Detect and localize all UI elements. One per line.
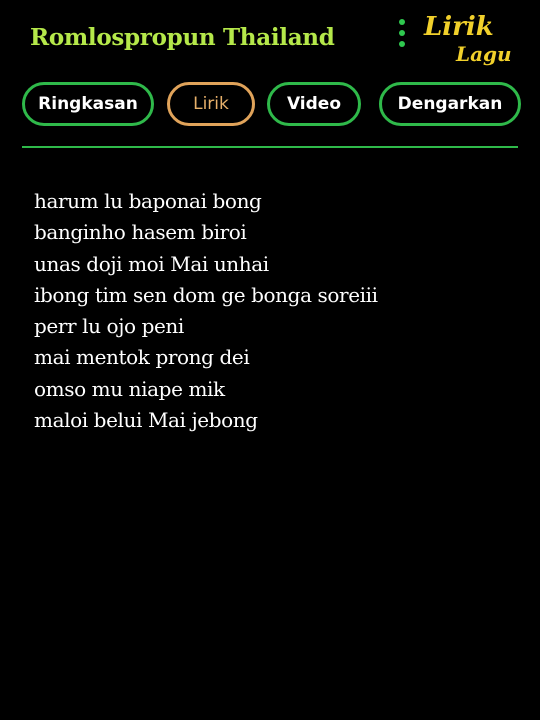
logo-text-line1: Lirik	[424, 12, 494, 42]
tab-bar: Ringkasan Lirik Video Dengarkan	[0, 80, 540, 134]
lyric-line: ibong tim sen dom ge bonga soreiii	[34, 282, 378, 307]
tab-dengarkan[interactable]: Dengarkan	[379, 82, 521, 126]
lyric-line: omso mu niape mik	[34, 376, 225, 401]
vertical-dots-icon[interactable]	[396, 17, 408, 49]
lyric-line: harum lu baponai bong	[34, 189, 262, 213]
lyric-line: maloi belui Mai jebong	[34, 408, 258, 433]
page-title: Romlospropun Thailand	[30, 24, 335, 51]
lyric-line: perr lu ojo peni	[34, 314, 184, 339]
lyric-line: mai mentok prong dei	[34, 345, 250, 370]
tab-ringkasan[interactable]: Ringkasan	[22, 82, 154, 126]
logo-text-line2: Lagu	[456, 42, 512, 66]
lyrics-body: harum lu baponai bong banginho hasem bir…	[34, 186, 514, 436]
tab-video[interactable]: Video	[267, 82, 361, 126]
header-divider	[22, 146, 518, 148]
lirik-lagu-logo: Lirik Lagu	[420, 10, 520, 72]
lyric-line: unas doji moi Mai unhai	[34, 251, 269, 276]
lyric-line: banginho hasem biroi	[34, 220, 247, 245]
tab-lirik[interactable]: Lirik	[167, 82, 255, 126]
app-header: Romlospropun Thailand Lirik Lagu	[0, 0, 540, 80]
